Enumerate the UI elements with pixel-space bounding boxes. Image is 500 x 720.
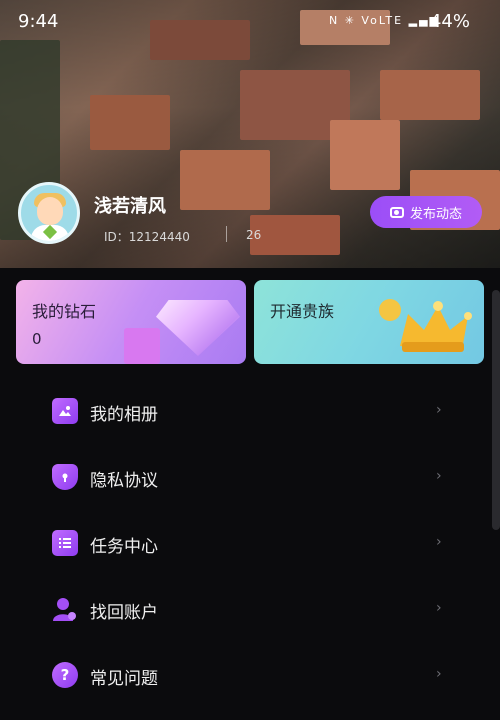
nfc-icon: N <box>328 14 340 27</box>
background-building <box>250 215 340 255</box>
question-icon: ? <box>52 662 78 688</box>
divider <box>226 226 227 242</box>
question-mark-glyph: ? <box>60 666 70 684</box>
scrollbar[interactable] <box>492 290 500 530</box>
background-building <box>330 120 400 190</box>
background-building <box>90 95 170 150</box>
menu-item-privacy[interactable]: 隐私协议 › <box>0 444 500 510</box>
menu-item-recover-account[interactable]: 找回账户 › <box>0 576 500 642</box>
status-bar: 9:44 N ✳ VoLTE ▂▄▆ 44% <box>0 0 500 44</box>
menu-item-label: 任务中心 <box>90 537 158 557</box>
crown-icon <box>379 299 472 352</box>
diamond-icon <box>156 300 240 356</box>
my-diamonds-card[interactable]: 我的钻石 0 <box>16 280 246 364</box>
user-count: 26 <box>246 228 262 242</box>
post-update-button[interactable]: 发布动态 <box>370 196 482 228</box>
status-time: 9:44 <box>18 11 59 32</box>
post-update-label: 发布动态 <box>409 206 462 222</box>
user-id: ID：12124440 <box>104 230 190 244</box>
volte-icon: VoLTE <box>361 14 404 27</box>
background-building <box>180 150 270 210</box>
profile-header-background: 9:44 N ✳ VoLTE ▂▄▆ 44% 浅若清风 ID：12124440 … <box>0 0 500 268</box>
menu-item-task-center[interactable]: 任务中心 › <box>0 510 500 576</box>
diamond-block-decoration <box>124 328 160 364</box>
menu-item-label: 我的相册 <box>90 405 158 425</box>
privacy-shield-icon <box>52 464 78 490</box>
avatar-face <box>37 197 63 225</box>
task-list-icon <box>52 530 78 556</box>
my-diamonds-title: 我的钻石 <box>32 302 97 321</box>
vibrate-icon: ✳ <box>344 14 356 27</box>
chevron-right-icon: › <box>436 402 442 418</box>
background-building <box>380 70 480 120</box>
menu-item-label: 找回账户 <box>90 603 158 623</box>
avatar[interactable] <box>18 182 80 244</box>
battery-percentage: 44% <box>429 11 470 32</box>
chevron-right-icon: › <box>436 666 442 682</box>
status-icons: N ✳ VoLTE ▂▄▆ <box>329 14 440 27</box>
open-noble-title: 开通贵族 <box>270 302 335 321</box>
chevron-right-icon: › <box>436 534 442 550</box>
photo-album-icon <box>52 398 78 424</box>
my-diamonds-value: 0 <box>32 330 42 348</box>
menu-item-photo-album[interactable]: 我的相册 › <box>0 378 500 444</box>
username: 浅若清风 <box>94 196 166 217</box>
menu-item-faq[interactable]: ? 常见问题 › <box>0 642 500 708</box>
chevron-right-icon: › <box>436 600 442 616</box>
menu-item-label: 常见问题 <box>90 669 158 689</box>
recover-account-icon <box>52 596 78 622</box>
camera-icon <box>389 206 404 218</box>
chevron-right-icon: › <box>436 468 442 484</box>
menu-item-label: 隐私协议 <box>90 471 158 491</box>
